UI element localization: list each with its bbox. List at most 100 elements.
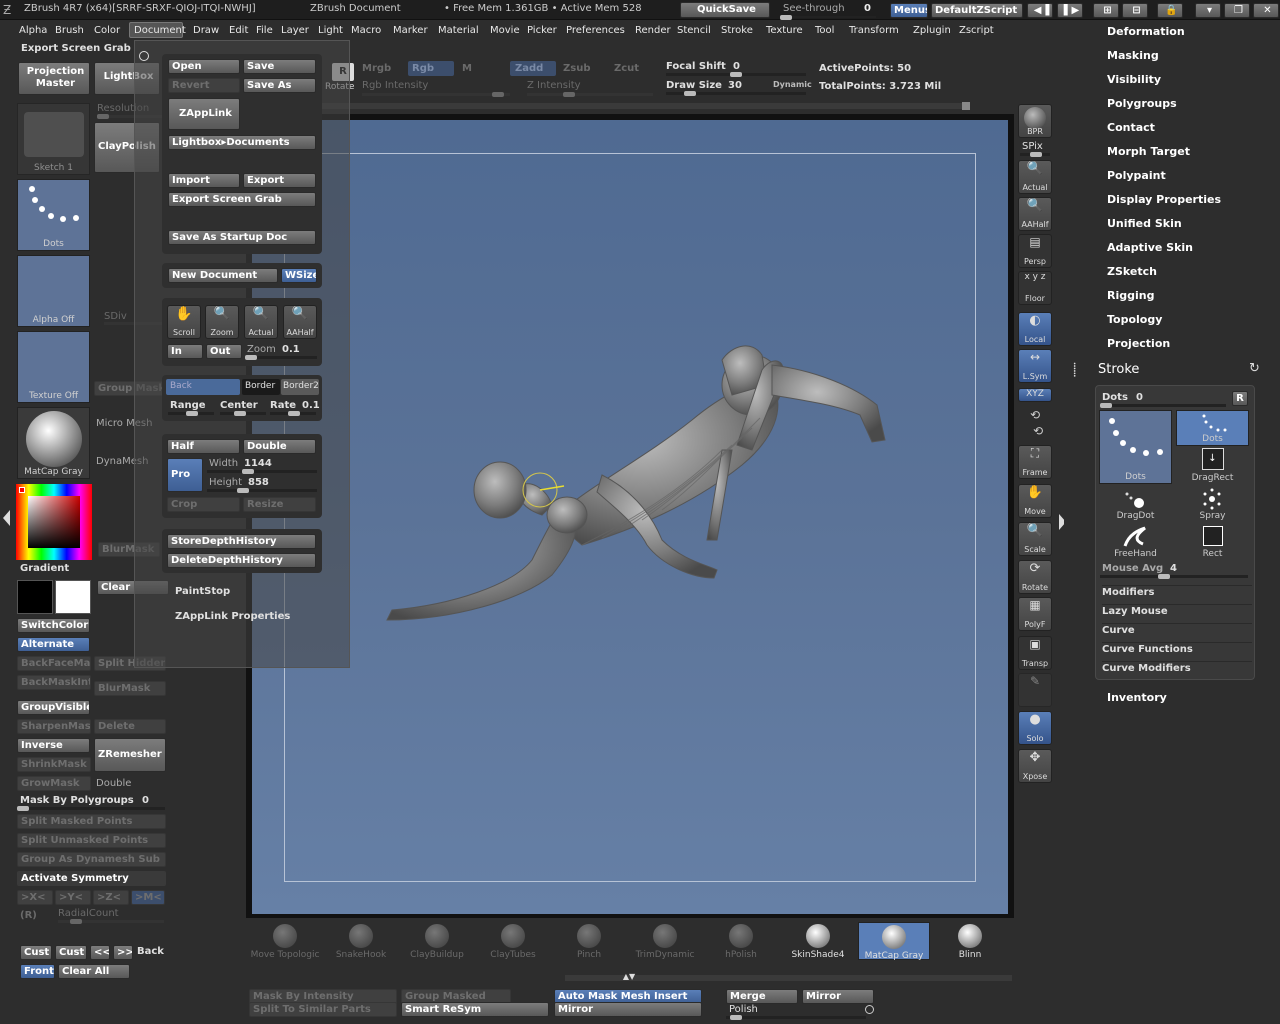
menu-preferences[interactable]: Preferences	[566, 25, 625, 36]
draw-size-slider[interactable]	[666, 91, 806, 96]
ghost-button[interactable]: ✎	[1018, 673, 1052, 707]
split-to-similar-parts-button[interactable]: Split To Similar Parts	[249, 1002, 397, 1017]
symmetry-m-button[interactable]: >M<	[131, 890, 165, 905]
symmetry-x-button[interactable]: >X<	[17, 890, 53, 905]
main-color-swatch[interactable]	[17, 580, 53, 614]
zremesher-button[interactable]: ZRemesher	[94, 738, 166, 772]
double-button[interactable]: Double	[243, 439, 316, 454]
mrgb-button[interactable]: Mrgb	[362, 63, 391, 74]
stroke-current-thumbnail[interactable]: Dots	[1099, 410, 1172, 484]
secondary-color-swatch[interactable]	[55, 580, 91, 614]
menu-texture[interactable]: Texture	[766, 25, 803, 36]
menu-brush[interactable]: Brush	[55, 25, 84, 36]
zoom-tool[interactable]: 🔍 Zoom	[205, 305, 239, 339]
lsym-button[interactable]: ↔ L.Sym	[1018, 349, 1052, 383]
spix-slider[interactable]	[1020, 152, 1050, 157]
dynamic-toggle[interactable]: Dynamic	[773, 80, 812, 89]
menu-render[interactable]: Render	[635, 25, 671, 36]
tool-subpalette-visibility[interactable]: Visibility	[1107, 73, 1161, 86]
sharpenmask-button[interactable]: SharpenMask	[17, 719, 91, 734]
activate-symmetry-button[interactable]: Activate Symmetry	[17, 871, 166, 886]
xyz-button[interactable]: XYZ	[1018, 388, 1052, 402]
half-button[interactable]: Half	[167, 439, 240, 454]
rate-slider[interactable]	[270, 411, 316, 416]
tool-subpalette-masking[interactable]: Masking	[1107, 49, 1159, 62]
tool-subpalette-display-properties[interactable]: Display Properties	[1107, 193, 1221, 206]
script-next-icon[interactable]: ▌▶	[1057, 3, 1083, 18]
rotate-z-icon[interactable]: ⟲	[1033, 424, 1043, 438]
stroke-type-freehand[interactable]: FreeHand	[1099, 524, 1172, 560]
script-prev-icon[interactable]: ◀▐	[1027, 3, 1053, 18]
menu-movie[interactable]: Movie	[490, 25, 520, 36]
brush-pinch[interactable]: Pinch	[554, 922, 624, 962]
pro-button[interactable]: Pro	[167, 458, 203, 492]
export-button[interactable]: Export	[243, 173, 316, 188]
actual-button[interactable]: 🔍 Actual	[1018, 160, 1052, 194]
material-skinshade4[interactable]: SkinShade4	[783, 922, 853, 962]
close-icon[interactable]: ✕	[1253, 3, 1279, 18]
resize-button[interactable]: Resize	[243, 497, 316, 512]
persp-button[interactable]: ▤ Persp	[1018, 234, 1052, 268]
stroke-subpalette-curve[interactable]: Curve	[1102, 623, 1252, 636]
tool-subpalette-morph-target[interactable]: Morph Target	[1107, 145, 1190, 158]
zcut-button[interactable]: Zcut	[614, 63, 639, 74]
previous-button[interactable]: <<	[90, 945, 110, 960]
shrinkmask-button[interactable]: ShrinkMask	[17, 757, 91, 772]
restore-icon[interactable]: ❐	[1224, 3, 1250, 18]
minimize-icon[interactable]: ▾	[1195, 3, 1221, 18]
zapplink-properties-submenu[interactable]: ZAppLink Properties	[175, 611, 290, 622]
new-document-button[interactable]: New Document	[168, 268, 278, 283]
delete-depth-history-button[interactable]: DeleteDepthHistory	[167, 553, 316, 568]
texture-thumbnail[interactable]: Texture Off	[17, 331, 90, 403]
z-intensity-slider[interactable]	[527, 92, 653, 97]
sketch-thumbnail[interactable]: Sketch 1	[17, 103, 90, 175]
menu-file[interactable]: File	[256, 25, 273, 36]
stroke-type-spray[interactable]: Spray	[1176, 486, 1249, 522]
rotate-button[interactable]: ⟳ Rotate	[1018, 560, 1052, 594]
polish-toggle-icon[interactable]	[865, 1005, 874, 1014]
zsub-button[interactable]: Zsub	[563, 63, 590, 74]
m-button[interactable]: M	[462, 63, 472, 74]
store-depth-history-button[interactable]: StoreDepthHistory	[167, 534, 316, 549]
front-button[interactable]: Front	[20, 964, 55, 979]
brush-claytubes[interactable]: ClayTubes	[478, 922, 548, 962]
scale-button[interactable]: 🔍 Scale	[1018, 522, 1052, 556]
aahalf-button[interactable]: 🔍 AAHalf	[1018, 197, 1052, 231]
import-button[interactable]: Import	[168, 173, 240, 188]
menu-marker[interactable]: Marker	[393, 25, 428, 36]
brush-trimdynamic[interactable]: TrimDynamic	[630, 922, 700, 962]
groupvisible-button[interactable]: GroupVisible	[17, 700, 90, 715]
rgb-intensity-slider[interactable]	[362, 92, 510, 97]
backfacemask-button[interactable]: BackFaceMask	[17, 656, 91, 671]
material-thumbnail[interactable]: MatCap Gray	[17, 407, 90, 479]
menu-stroke[interactable]: Stroke	[721, 25, 753, 36]
gradient-label[interactable]: Gradient	[20, 563, 69, 574]
export-screen-grab-button[interactable]: Export Screen Grab	[168, 192, 316, 207]
menus-button[interactable]: Menus	[890, 3, 928, 18]
shelf-expand-icon[interactable]: ▲▼	[619, 973, 639, 981]
floor-button[interactable]: x y z Floor	[1018, 271, 1052, 305]
crop-button[interactable]: Crop	[167, 497, 240, 512]
lock-icon[interactable]: 🔒	[1157, 3, 1183, 18]
double-label[interactable]: Double	[96, 778, 131, 789]
menu-picker[interactable]: Picker	[527, 25, 557, 36]
inventory-palette[interactable]: Inventory	[1107, 691, 1167, 704]
stroke-palette-title[interactable]: Stroke	[1098, 362, 1139, 377]
wsize-button[interactable]: WSize	[281, 268, 317, 283]
range-slider[interactable]	[168, 411, 214, 416]
menu-alpha[interactable]: Alpha	[19, 25, 47, 36]
zoom-out-button[interactable]: Out	[206, 344, 242, 359]
brush-move-topologic[interactable]: Move Topologic	[250, 922, 320, 962]
bpr-button[interactable]: BPR	[1018, 104, 1052, 138]
center-slider[interactable]	[220, 411, 266, 416]
symmetry-y-button[interactable]: >Y<	[55, 890, 91, 905]
stroke-subpalette-lazy-mouse[interactable]: Lazy Mouse	[1102, 604, 1252, 617]
save-as-button[interactable]: Save As	[243, 78, 316, 93]
group-as-dynamesh-sub-button[interactable]: Group As Dynamesh Sub	[17, 852, 166, 867]
growmask-button[interactable]: GrowMask	[17, 776, 91, 791]
mirror-2-button[interactable]: Mirror	[802, 989, 874, 1004]
solo-button[interactable]: ● Solo	[1018, 711, 1052, 745]
stroke-type-dots[interactable]: Dots	[1176, 410, 1249, 446]
document-menu-close-icon[interactable]	[139, 51, 149, 61]
menu-edit[interactable]: Edit	[229, 25, 248, 36]
